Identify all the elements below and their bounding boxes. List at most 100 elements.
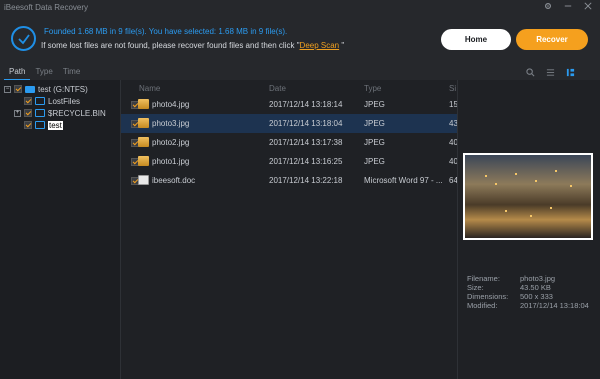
tab-time[interactable]: Time — [58, 64, 85, 80]
deep-scan-link[interactable]: Deep Scan — [300, 41, 340, 50]
detail-value: 500 x 333 — [520, 292, 553, 301]
preview-panel: Filename: photo3.jpg Size: 43.50 KB Dime… — [457, 80, 600, 379]
tree-root-checkbox[interactable] — [14, 85, 22, 93]
file-size: 64 — [449, 176, 457, 185]
file-size: 15 — [449, 100, 457, 109]
image-preview — [463, 153, 593, 240]
column-header-size[interactable]: Si — [449, 84, 456, 93]
file-name: photo2.jpg — [152, 138, 190, 147]
folder-tree: − test (G:NTFS) LostFiles + $RECYCLE.BIN… — [0, 80, 121, 379]
detail-label: Dimensions: — [467, 292, 509, 301]
drive-icon — [25, 85, 35, 93]
file-size: 40 — [449, 157, 457, 166]
recover-button[interactable]: Recover — [516, 29, 588, 50]
detail-size: Size: 43.50 KB — [467, 283, 589, 292]
tree-item-checkbox[interactable] — [24, 97, 32, 105]
table-row[interactable]: ibeesoft.doc 2017/12/14 13:22:18 Microso… — [121, 171, 457, 190]
image-file-icon — [138, 118, 149, 128]
filter-tabs: Path Type Time — [4, 64, 85, 80]
preview-photo — [465, 155, 591, 238]
file-date: 2017/12/14 13:22:18 — [269, 176, 343, 185]
file-details: Filename: photo3.jpg Size: 43.50 KB Dime… — [467, 274, 589, 310]
detail-label: Modified: — [467, 301, 498, 310]
home-button[interactable]: Home — [441, 29, 511, 50]
app-title: iBeesoft Data Recovery — [4, 2, 89, 12]
table-row[interactable]: photo4.jpg 2017/12/14 13:18:14 JPEG 15 — [121, 95, 457, 114]
tab-type[interactable]: Type — [30, 64, 57, 80]
view-toolbar: Path Type Time — [0, 64, 600, 80]
column-header-type[interactable]: Type — [364, 84, 381, 93]
file-name: photo4.jpg — [152, 100, 190, 109]
table-row[interactable]: photo2.jpg 2017/12/14 13:17:38 JPEG 40 — [121, 133, 457, 152]
view-icons — [524, 66, 576, 78]
table-row[interactable]: photo3.jpg 2017/12/14 13:18:04 JPEG 43 — [121, 114, 457, 133]
grid-view-icon[interactable] — [564, 66, 576, 78]
expand-icon[interactable]: + — [14, 109, 21, 117]
tree-item-checkbox[interactable] — [24, 121, 32, 129]
tree-item-lostfiles[interactable]: LostFiles — [24, 95, 80, 107]
list-view-icon[interactable] — [544, 66, 556, 78]
detail-value: photo3.jpg — [520, 274, 556, 283]
file-type: Microsoft Word 97 - ... — [364, 176, 443, 185]
window-controls — [544, 2, 600, 12]
image-file-icon — [138, 137, 149, 147]
collapse-icon[interactable]: − — [4, 85, 11, 93]
tree-root[interactable]: − test (G:NTFS) — [4, 83, 88, 95]
file-type: JPEG — [364, 157, 385, 166]
photo-light — [485, 175, 487, 177]
file-type: JPEG — [364, 138, 385, 147]
folder-icon — [35, 97, 45, 105]
search-icon[interactable] — [524, 66, 536, 78]
minimize-icon[interactable] — [564, 2, 572, 12]
tree-root-label: test (G:NTFS) — [38, 84, 88, 94]
file-date: 2017/12/14 13:16:25 — [269, 157, 343, 166]
photo-light — [570, 185, 572, 187]
photo-light — [535, 180, 537, 182]
detail-value: 43.50 KB — [520, 283, 551, 292]
tree-item-label: $RECYCLE.BIN — [48, 108, 106, 118]
table-row[interactable]: photo1.jpg 2017/12/14 13:16:25 JPEG 40 — [121, 152, 457, 171]
document-file-icon — [138, 175, 149, 185]
scan-result-header: Founded 1.68 MB in 9 file(s). You have s… — [0, 14, 600, 64]
detail-value: 2017/12/14 13:18:04 — [520, 301, 589, 310]
folder-icon — [35, 109, 45, 117]
photo-light — [550, 207, 552, 209]
file-list: Name Date Type Si photo4.jpg 2017/12/14 … — [121, 80, 457, 379]
detail-label: Size: — [467, 283, 484, 292]
tree-item-label: test — [48, 120, 63, 130]
image-file-icon — [138, 156, 149, 166]
file-date: 2017/12/14 13:18:04 — [269, 119, 343, 128]
file-name: ibeesoft.doc — [152, 176, 196, 185]
detail-label: Filename: — [467, 274, 500, 283]
tree-item-test[interactable]: test — [24, 119, 63, 131]
column-header-date[interactable]: Date — [269, 84, 286, 93]
file-size: 43 — [449, 119, 457, 128]
hint-suffix: " — [339, 41, 345, 50]
found-summary: Founded 1.68 MB in 9 file(s). You have s… — [44, 27, 288, 36]
photo-light — [515, 173, 517, 175]
tree-item-recycle-bin[interactable]: + $RECYCLE.BIN — [14, 107, 106, 119]
gear-icon[interactable] — [544, 2, 552, 12]
tree-item-checkbox[interactable] — [24, 109, 32, 117]
tree-item-label: LostFiles — [48, 96, 81, 106]
file-name: photo3.jpg — [152, 119, 190, 128]
file-size: 40 — [449, 138, 457, 147]
detail-dimensions: Dimensions: 500 x 333 — [467, 292, 589, 301]
photo-light — [505, 210, 507, 212]
photo-light — [530, 215, 532, 217]
close-icon[interactable] — [584, 2, 592, 12]
file-date: 2017/12/14 13:17:38 — [269, 138, 343, 147]
file-type: JPEG — [364, 100, 385, 109]
title-bar: iBeesoft Data Recovery — [0, 0, 600, 14]
detail-filename: Filename: photo3.jpg — [467, 274, 589, 283]
tab-path[interactable]: Path — [4, 64, 31, 80]
column-header-name[interactable]: Name — [139, 84, 160, 93]
file-date: 2017/12/14 13:18:14 — [269, 100, 343, 109]
photo-light — [495, 183, 497, 185]
hint-text: If some lost files are not found, please… — [41, 41, 300, 50]
deep-scan-hint: If some lost files are not found, please… — [41, 41, 344, 50]
photo-light — [555, 170, 557, 172]
file-type: JPEG — [364, 119, 385, 128]
folder-icon — [35, 121, 45, 129]
check-circle-icon — [11, 26, 36, 51]
